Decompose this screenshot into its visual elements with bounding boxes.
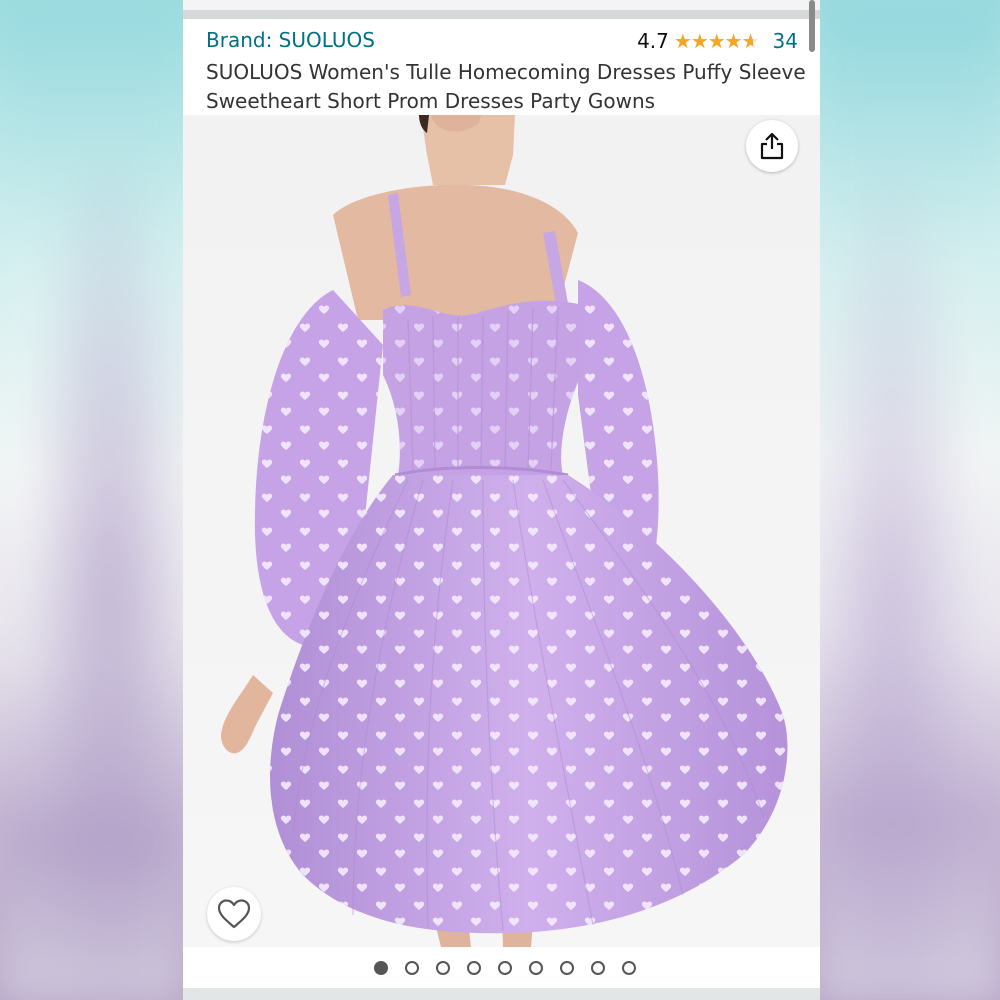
carousel-dot[interactable] bbox=[590, 961, 605, 975]
top-divider bbox=[183, 10, 820, 19]
star-rating-icon: ★★★★★ ★★★★★ bbox=[673, 31, 760, 51]
carousel-dot[interactable] bbox=[404, 961, 419, 975]
product-image[interactable] bbox=[183, 115, 820, 947]
carousel-dot[interactable] bbox=[621, 961, 636, 975]
wishlist-button[interactable] bbox=[207, 887, 261, 941]
heart-outline-icon bbox=[217, 899, 251, 929]
share-icon bbox=[760, 132, 784, 160]
carousel-dot[interactable] bbox=[466, 961, 481, 975]
carousel-dot[interactable] bbox=[497, 961, 512, 975]
share-button[interactable] bbox=[746, 120, 798, 172]
review-count-link[interactable]: 34 bbox=[773, 29, 798, 53]
stars-filled: ★★★★★ bbox=[673, 31, 754, 51]
image-carousel-indicator[interactable] bbox=[183, 956, 820, 980]
background-blur-right bbox=[820, 0, 1000, 1000]
carousel-dot[interactable] bbox=[373, 961, 388, 975]
rating-summary[interactable]: 4.7 ★★★★★ ★★★★★ 34 bbox=[637, 28, 798, 54]
scrollbar[interactable] bbox=[809, 0, 815, 52]
bottom-divider bbox=[183, 988, 820, 1000]
carousel-dot[interactable] bbox=[435, 961, 450, 975]
brand-link[interactable]: Brand: SUOLUOS bbox=[206, 28, 375, 52]
carousel-dot[interactable] bbox=[528, 961, 543, 975]
rating-value: 4.7 bbox=[637, 29, 669, 53]
product-page-panel: Brand: SUOLUOS 4.7 ★★★★★ ★★★★★ 34 SUOLUO… bbox=[183, 0, 820, 1000]
top-strip bbox=[183, 0, 820, 10]
carousel-dot[interactable] bbox=[559, 961, 574, 975]
product-title: SUOLUOS Women's Tulle Homecoming Dresses… bbox=[206, 60, 806, 113]
hand bbox=[221, 675, 273, 754]
dress-photo bbox=[221, 115, 788, 947]
background-blur-left bbox=[0, 0, 183, 1000]
